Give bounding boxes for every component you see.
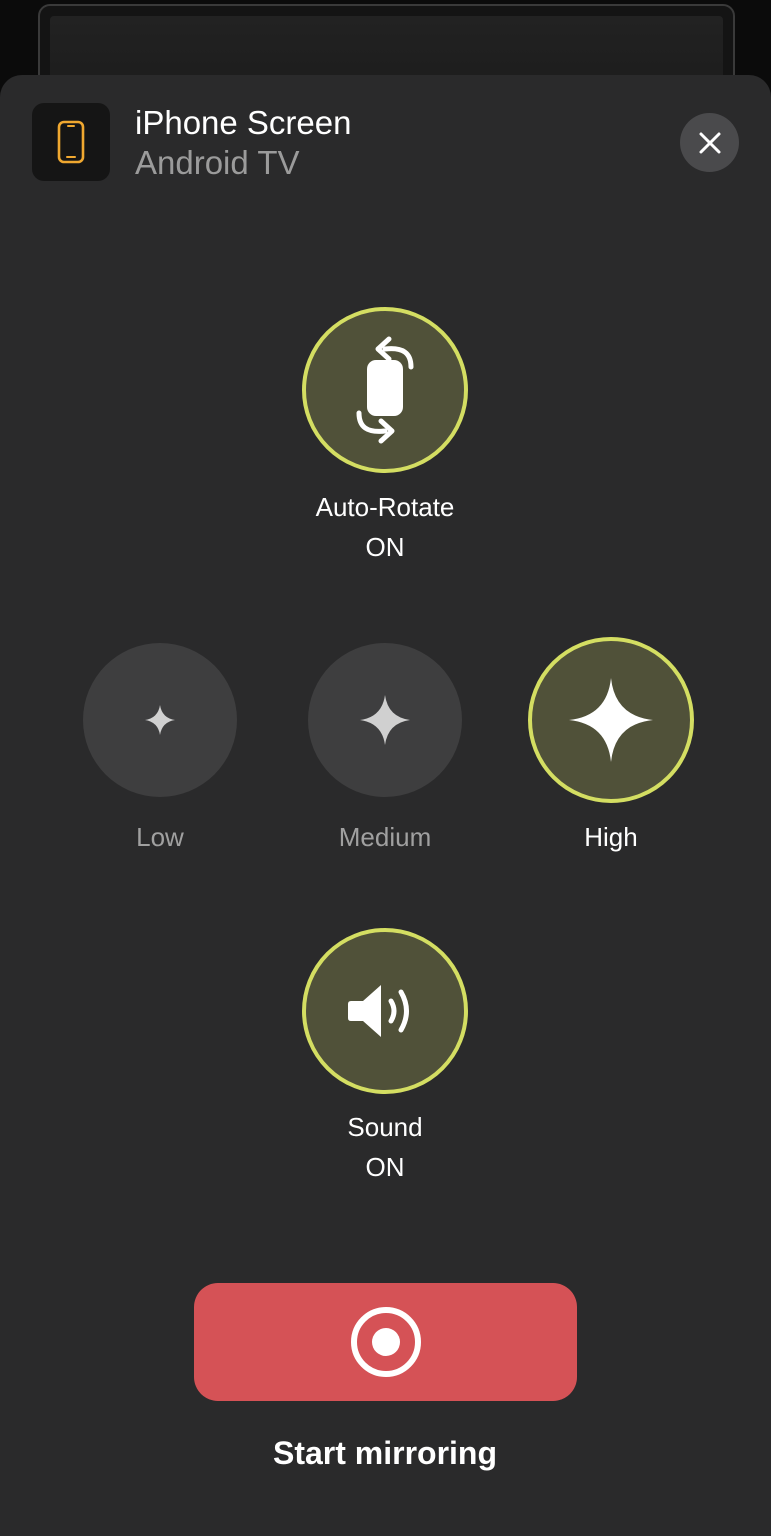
app-icon (32, 103, 110, 181)
sparkle-medium-icon (360, 695, 410, 745)
speaker-icon (348, 985, 409, 1037)
auto-rotate-label: Auto-Rotate (315, 492, 455, 522)
sound-state: ON (365, 1152, 405, 1182)
quality-medium-button[interactable] (308, 643, 462, 797)
auto-rotate-state: ON (365, 532, 405, 562)
quality-high-label: High (584, 822, 638, 852)
sound-toggle[interactable] (302, 928, 468, 1094)
rotate-icon (356, 336, 414, 444)
phone-icon (57, 120, 85, 164)
sheet-title: iPhone Screen (135, 104, 352, 141)
close-icon (699, 132, 720, 153)
start-mirroring-button[interactable] (194, 1283, 577, 1401)
sparkle-large-icon (569, 678, 653, 762)
close-button[interactable] (680, 113, 739, 172)
start-mirroring-label[interactable]: Start mirroring (185, 1433, 585, 1473)
quality-low-button[interactable] (83, 643, 237, 797)
mirroring-sheet: iPhone Screen Android TV Auto-Rotate ON … (0, 75, 771, 1536)
sound-label: Sound (347, 1112, 423, 1142)
sheet-subtitle: Android TV (135, 144, 300, 181)
record-icon (350, 1307, 421, 1377)
auto-rotate-toggle[interactable] (302, 307, 468, 473)
quality-high-button[interactable] (528, 637, 694, 803)
sparkle-small-icon (145, 705, 175, 735)
